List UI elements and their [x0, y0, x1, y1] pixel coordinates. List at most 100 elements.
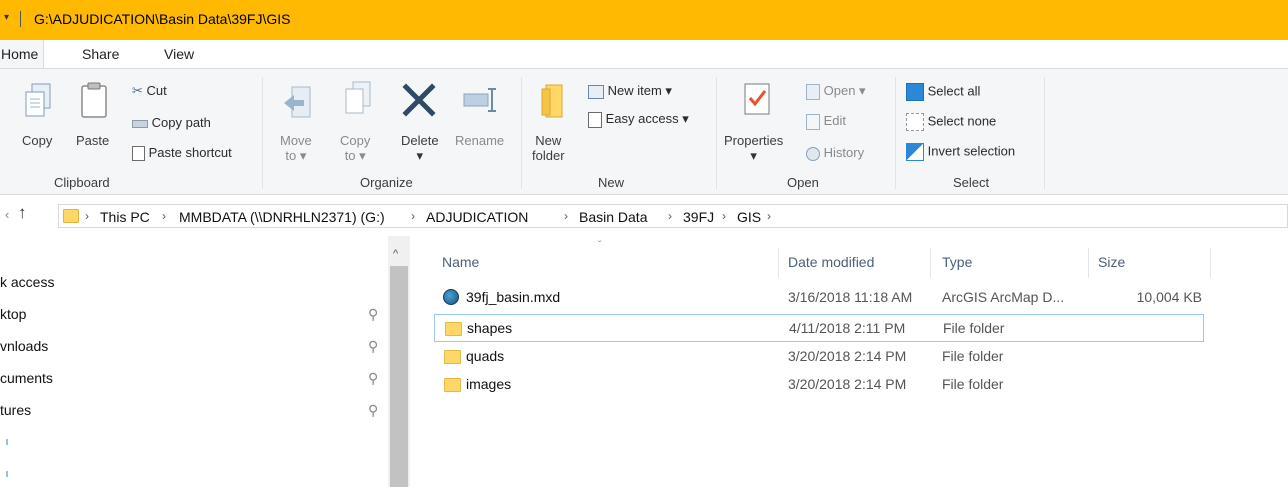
file-type: File folder — [943, 320, 1005, 336]
group-separator — [895, 77, 896, 189]
file-date: 4/11/2018 2:11 PM — [789, 320, 906, 336]
properties-button[interactable]: Properties ▾ — [724, 133, 783, 163]
arcmap-document-icon — [443, 289, 459, 305]
delete-button[interactable]: Delete ▾ — [401, 133, 439, 163]
back-arrow-icon[interactable]: ‹ — [5, 207, 9, 222]
easy-access-icon — [588, 111, 602, 128]
breadcrumb-this-pc[interactable]: This PC — [100, 209, 150, 225]
paste-button[interactable]: Paste — [76, 133, 109, 148]
file-date: 3/16/2018 11:18 AM — [788, 289, 913, 305]
window-title: G:\ADJUDICATION\Basin Data\39FJ\GIS — [34, 11, 291, 27]
group-separator — [262, 77, 263, 189]
chevron-right-icon[interactable]: › — [722, 209, 726, 223]
nav-item-downloads[interactable]: vnloads — [0, 338, 48, 354]
move-to-label: Move — [280, 133, 312, 148]
delete-icon — [402, 83, 436, 117]
properties-label: Properties — [724, 133, 784, 148]
file-type: File folder — [942, 376, 1004, 392]
pin-icon: ⚲ — [368, 402, 379, 418]
easy-access-button[interactable]: Easy access ▾ — [588, 111, 689, 128]
table-row[interactable]: shapes 4/11/2018 2:11 PM File folder — [434, 314, 1204, 342]
file-name: shapes — [467, 320, 513, 336]
cut-label: Cut — [146, 83, 167, 98]
edit-button[interactable]: Edit — [806, 113, 846, 130]
new-folder-button[interactable]: New folder — [532, 133, 565, 163]
nav-item-quick-access[interactable]: k access — [0, 274, 54, 290]
file-name: 39fj_basin.mxd — [466, 289, 561, 305]
history-button[interactable]: History — [806, 145, 864, 161]
new-folder-label-1: New — [535, 133, 562, 148]
folder-icon — [445, 322, 462, 336]
folder-icon — [63, 209, 79, 223]
column-header-date[interactable]: Date modified — [788, 254, 874, 270]
copy-to-label: Copy — [340, 133, 371, 148]
copy-path-label: Copy path — [151, 115, 211, 130]
tab-view[interactable]: View — [164, 46, 194, 62]
table-row[interactable]: images 3/20/2018 2:14 PM File folder — [434, 371, 1204, 399]
cut-button[interactable]: ✂ Cut — [132, 83, 167, 99]
history-icon — [806, 146, 820, 161]
nav-scrollbar-thumb[interactable] — [390, 266, 408, 487]
edit-icon — [806, 113, 820, 130]
column-divider[interactable] — [1210, 248, 1211, 278]
chevron-right-icon[interactable]: › — [411, 209, 415, 223]
tab-share[interactable]: Share — [82, 46, 119, 62]
file-name: quads — [466, 348, 505, 364]
column-header-type[interactable]: Type — [942, 254, 972, 270]
paste-icon — [81, 82, 107, 118]
up-arrow-icon[interactable]: ↑ — [18, 203, 27, 223]
copy-button[interactable]: Copy — [22, 133, 52, 148]
breadcrumb-adjudication[interactable]: ADJUDICATION — [426, 209, 528, 225]
breadcrumb-drive[interactable]: MMBDATA (\\DNRHLN2371) (G:) — [179, 209, 385, 225]
ribbon-tabs: Home Share View — [0, 40, 1288, 69]
column-header-size[interactable]: Size — [1098, 254, 1125, 270]
breadcrumb-basin-data[interactable]: Basin Data — [579, 209, 647, 225]
select-all-button[interactable]: Select all — [906, 83, 980, 101]
folder-icon — [444, 350, 461, 364]
quick-access-dropdown-icon[interactable]: ▾ — [4, 12, 9, 23]
new-item-button[interactable]: New item ▾ — [588, 83, 672, 99]
move-to-button[interactable]: Move to ▾ — [280, 133, 312, 163]
select-none-icon — [906, 113, 924, 131]
title-bar: ▾ G:\ADJUDICATION\Basin Data\39FJ\GIS — [0, 0, 1288, 40]
copy-icon — [25, 83, 51, 117]
nav-item-desktop[interactable]: ktop — [0, 306, 26, 322]
file-name: images — [466, 376, 512, 392]
navigation-pane: k access ktop ⚲ vnloads ⚲ cuments ⚲ ture… — [0, 236, 410, 487]
chevron-right-icon[interactable]: › — [162, 209, 166, 223]
open-label: Open ▾ — [823, 83, 866, 98]
invert-selection-button[interactable]: Invert selection — [906, 143, 1015, 161]
new-item-icon — [588, 84, 604, 99]
table-row[interactable]: 39fj_basin.mxd 3/16/2018 11:18 AM ArcGIS… — [434, 284, 1204, 312]
copy-to-arrow: to ▾ — [344, 148, 366, 163]
breadcrumb-39fj[interactable]: 39FJ — [683, 209, 714, 225]
invert-selection-label: Invert selection — [927, 143, 1016, 159]
invert-selection-icon — [906, 143, 924, 161]
breadcrumb-gis[interactable]: GIS — [737, 209, 761, 225]
chevron-right-icon[interactable]: › — [668, 209, 672, 223]
address-box[interactable]: › This PC › MMBDATA (\\DNRHLN2371) (G:) … — [58, 204, 1288, 228]
file-list: ˇ Name Date modified Type Size 39fj_basi… — [410, 236, 1288, 487]
delete-dropdown-icon: ▾ — [416, 148, 424, 163]
table-row[interactable]: quads 3/20/2018 2:14 PM File folder — [434, 343, 1204, 371]
open-button[interactable]: Open ▾ — [806, 83, 866, 100]
chevron-right-icon[interactable]: › — [564, 209, 568, 223]
copy-to-button[interactable]: Copy to ▾ — [340, 133, 370, 163]
column-header-name[interactable]: Name — [442, 254, 479, 270]
column-divider[interactable] — [778, 248, 779, 278]
select-none-button[interactable]: Select none — [906, 113, 996, 131]
copy-path-button[interactable]: Copy path — [132, 115, 211, 130]
nav-item-documents[interactable]: cuments — [0, 370, 53, 386]
properties-icon — [744, 83, 770, 115]
column-divider[interactable] — [1088, 248, 1089, 278]
chevron-right-icon[interactable]: › — [85, 209, 89, 223]
nav-item-pictures[interactable]: tures — [0, 402, 31, 418]
nav-item-marker — [6, 439, 8, 445]
scroll-up-icon[interactable]: ^ — [393, 248, 398, 260]
column-divider[interactable] — [930, 248, 931, 278]
rename-button[interactable]: Rename — [455, 133, 504, 148]
paste-shortcut-button[interactable]: Paste shortcut — [132, 145, 232, 162]
select-all-label: Select all — [927, 83, 981, 99]
chevron-right-icon[interactable]: › — [767, 209, 771, 223]
tab-home[interactable]: Home — [0, 40, 44, 69]
